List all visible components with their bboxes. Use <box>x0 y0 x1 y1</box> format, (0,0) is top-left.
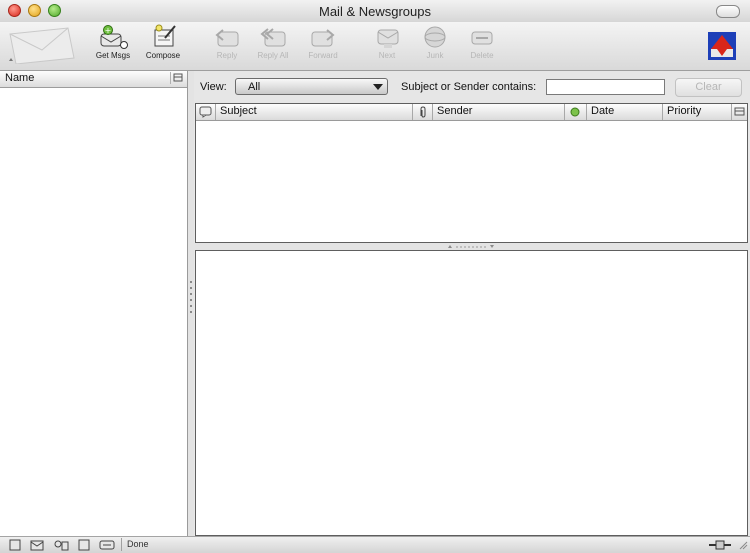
compose-icon <box>154 24 176 47</box>
status-column-header[interactable] <box>565 104 587 120</box>
mail-envelope-logo-icon <box>9 27 75 64</box>
get-msgs-label: Get Msgs <box>95 51 131 60</box>
forward-label: Forward <box>308 51 338 60</box>
thread-column-header: Subject Sender Date Priority <box>196 104 747 121</box>
status-bar: Done <box>0 536 750 553</box>
reply-all-button[interactable]: Reply All <box>248 24 298 68</box>
folder-column-header[interactable]: Name <box>0 71 187 88</box>
column-picker-icon <box>734 107 745 116</box>
navigator-icon[interactable] <box>9 539 21 551</box>
toolbar: + Get Msgs Compose Reply Reply All Forwa… <box>0 22 750 71</box>
filter-bar: View: All Subject or Sender contains: Cl… <box>194 71 750 103</box>
resize-grip-icon[interactable] <box>738 540 748 550</box>
composer-icon[interactable] <box>78 539 90 551</box>
junk-icon <box>424 26 446 48</box>
next-button[interactable]: Next <box>362 24 412 68</box>
view-select-value: All <box>248 81 261 93</box>
read-status-icon <box>570 107 580 117</box>
window-title: Mail & Newsgroups <box>319 4 431 19</box>
address-book-icon[interactable] <box>53 539 69 551</box>
search-input[interactable] <box>546 79 665 95</box>
date-column-label: Date <box>591 105 615 117</box>
folder-pane[interactable]: Name <box>0 71 188 536</box>
messages-area: View: All Subject or Sender contains: Cl… <box>194 71 750 536</box>
splitter-grip-icon <box>448 245 494 248</box>
view-select[interactable]: All <box>235 78 388 95</box>
attachment-column-header[interactable] <box>413 104 433 120</box>
junk-label: Junk <box>426 51 444 60</box>
column-picker[interactable] <box>732 104 747 120</box>
reply-label: Reply <box>216 51 238 60</box>
subject-column-header[interactable]: Subject <box>216 104 413 120</box>
delete-button[interactable]: Delete <box>457 24 507 68</box>
thread-column-toggle[interactable] <box>196 104 216 120</box>
mail-icon[interactable] <box>30 539 44 551</box>
online-status-icon[interactable] <box>708 539 732 550</box>
compose-button[interactable]: Compose <box>138 24 188 68</box>
forward-icon <box>311 29 335 47</box>
name-column-label: Name <box>5 72 35 84</box>
forward-button[interactable]: Forward <box>298 24 348 68</box>
status-divider <box>121 538 122 551</box>
title-bar: Mail & Newsgroups <box>0 0 750 23</box>
delete-label: Delete <box>470 51 494 60</box>
priority-column-label: Priority <box>667 105 702 117</box>
toolbar-toggle-button[interactable] <box>716 5 740 18</box>
junk-button[interactable]: Junk <box>410 24 460 68</box>
next-icon <box>377 29 399 48</box>
mozilla-brand-icon <box>708 32 736 60</box>
sender-column-label: Sender <box>437 105 473 117</box>
next-label: Next <box>378 51 396 60</box>
paperclip-icon <box>420 106 426 118</box>
priority-column-header[interactable]: Priority <box>663 104 732 120</box>
thread-icon <box>199 106 212 118</box>
svg-text:+: + <box>105 26 112 35</box>
status-text: Done <box>127 539 149 549</box>
reply-all-label: Reply All <box>257 51 289 60</box>
get-msgs-button[interactable]: + Get Msgs <box>88 24 138 68</box>
clear-button[interactable]: Clear <box>675 78 742 97</box>
reply-button[interactable]: Reply <box>202 24 252 68</box>
view-label: View: <box>200 81 227 93</box>
delete-icon <box>471 31 493 45</box>
date-column-header[interactable]: Date <box>587 104 663 120</box>
reply-icon <box>215 29 239 47</box>
compose-label: Compose <box>145 51 181 60</box>
thread-pane[interactable]: Subject Sender Date Priority <box>195 103 748 243</box>
message-preview-pane[interactable] <box>195 250 748 536</box>
chat-icon[interactable] <box>99 539 115 551</box>
sender-column-header[interactable]: Sender <box>433 104 565 120</box>
search-label: Subject or Sender contains: <box>401 81 537 93</box>
horizontal-splitter[interactable] <box>194 243 750 250</box>
chevron-down-icon <box>373 84 383 90</box>
subject-column-label: Subject <box>220 105 257 117</box>
column-picker-icon[interactable] <box>170 72 185 84</box>
get-messages-icon: + <box>100 25 128 49</box>
reply-all-icon <box>260 28 286 47</box>
